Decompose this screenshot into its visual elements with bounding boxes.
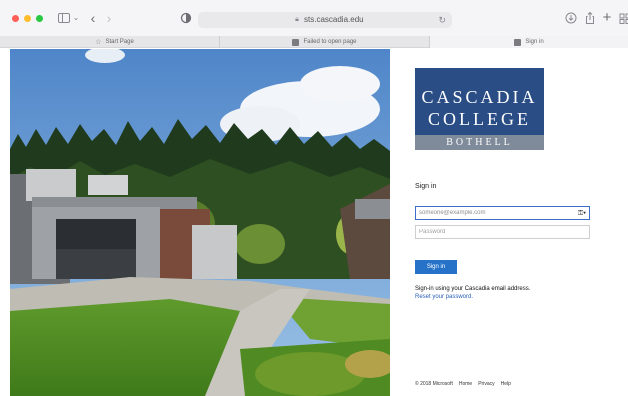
minimize-window-button[interactable] xyxy=(24,15,31,22)
shield-icon[interactable] xyxy=(180,11,192,25)
cascadia-college-logo: CASCADIA COLLEGE BOTHELL xyxy=(415,68,544,150)
tab-start-page[interactable]: ☆ Start Page xyxy=(10,36,220,48)
plus-icon[interactable]: + xyxy=(601,10,613,25)
page-content: CASCADIA COLLEGE BOTHELL Sign in ⚿▾ Sign… xyxy=(0,49,628,396)
footer-link-privacy[interactable]: Privacy xyxy=(478,381,494,387)
copyright-text: © 2018 Microsoft xyxy=(415,381,453,387)
campus-background-image xyxy=(10,49,390,396)
page-favicon-icon xyxy=(514,38,522,46)
footer: © 2018 Microsoft Home Privacy Help xyxy=(415,381,511,387)
tab-failed-page[interactable]: Failed to open page xyxy=(220,36,430,48)
share-icon[interactable] xyxy=(584,11,596,25)
sign-in-button[interactable]: Sign in xyxy=(415,260,457,274)
sign-in-heading: Sign in xyxy=(415,183,437,190)
page-favicon-icon xyxy=(292,38,300,46)
logo-text-line1: CASCADIA xyxy=(421,87,538,107)
download-icon[interactable] xyxy=(565,11,577,25)
reload-icon[interactable]: ↻ xyxy=(438,14,446,26)
email-field[interactable] xyxy=(415,206,590,220)
footer-link-home[interactable]: Home xyxy=(459,381,472,387)
lock-icon: 🔒︎ xyxy=(295,16,299,23)
sidebar-icon[interactable] xyxy=(58,11,70,25)
logo-text-line2: COLLEGE xyxy=(428,109,531,129)
sign-in-panel: CASCADIA COLLEGE BOTHELL Sign in ⚿▾ Sign… xyxy=(390,49,628,396)
logo-band: BOTHELL xyxy=(415,135,544,150)
tab-sign-in[interactable]: Sign in xyxy=(430,36,628,48)
reset-password-link[interactable]: Reset your password. xyxy=(415,294,473,300)
tab-bar: ☆ Start Page Failed to open page Sign in xyxy=(0,36,628,48)
close-window-button[interactable] xyxy=(12,15,19,22)
address-bar[interactable]: 🔒︎ sts.cascadia.edu ↻ xyxy=(198,12,452,28)
back-icon[interactable]: ‹ xyxy=(88,11,98,25)
chevron-down-icon[interactable]: ⌄ xyxy=(72,11,80,25)
key-icon[interactable]: ⚿▾ xyxy=(576,209,588,218)
password-field[interactable] xyxy=(415,225,590,239)
zoom-window-button[interactable] xyxy=(36,15,43,22)
tab-grid-icon[interactable] xyxy=(619,11,628,25)
forward-icon[interactable]: › xyxy=(104,11,114,25)
tab-label: Sign in xyxy=(525,39,544,45)
footer-link-help[interactable]: Help xyxy=(501,381,511,387)
tab-label: Start Page xyxy=(105,39,134,45)
logo-text-line3: BOTHELL xyxy=(446,137,513,148)
star-icon: ☆ xyxy=(95,39,102,46)
url-text[interactable]: sts.cascadia.edu xyxy=(304,15,364,25)
sign-in-help-text: Sign-in using your Cascadia email addres… xyxy=(415,286,531,292)
tab-label: Failed to open page xyxy=(303,39,357,45)
browser-toolbar: ⌄ ‹ › 🔒︎ sts.cascadia.edu ↻ + xyxy=(0,0,628,36)
